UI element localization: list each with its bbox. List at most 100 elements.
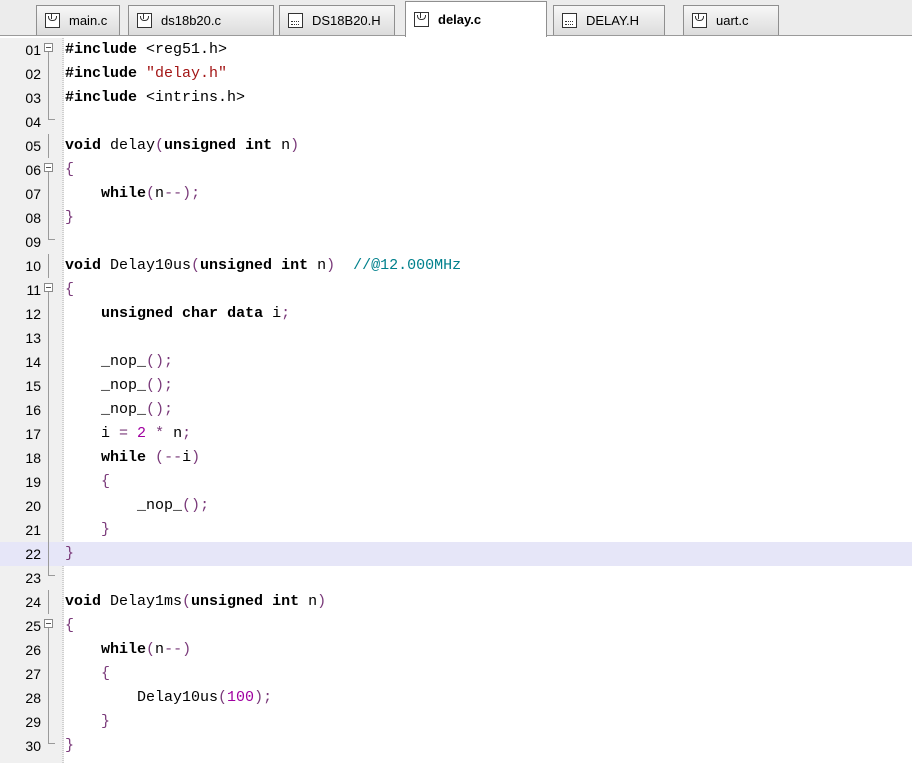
code-text[interactable]: Delay10us(100); (65, 686, 272, 710)
code-line[interactable]: 20 _nop_(); (0, 494, 912, 518)
line-number: 12 (25, 306, 41, 322)
tab-main-c[interactable]: main.c (36, 5, 120, 35)
code-text[interactable]: #include "delay.h" (65, 62, 227, 86)
code-editor[interactable]: 01 #include <reg51.h> 02 #include "delay.h"… (0, 38, 912, 763)
code-line[interactable]: 02 #include "delay.h" (0, 62, 912, 86)
code-text[interactable]: void Delay10us(unsigned int n) //@12.000… (65, 254, 461, 278)
code-line[interactable]: 16 _nop_(); (0, 398, 912, 422)
fold-guide (48, 710, 49, 734)
code-line[interactable]: 27 { (0, 662, 912, 686)
code-text[interactable]: { (65, 278, 74, 302)
line-number: 08 (25, 210, 41, 226)
tab-delay-h[interactable]: DELAY.H (553, 5, 665, 35)
line-number: 25 (25, 618, 41, 634)
code-line[interactable]: 19 { (0, 470, 912, 494)
code-text[interactable]: _nop_(); (65, 494, 209, 518)
line-number: 27 (25, 666, 41, 682)
code-text[interactable]: } (65, 734, 74, 758)
tab-label: delay.c (438, 12, 482, 27)
line-number: 29 (25, 714, 41, 730)
line-number: 13 (25, 330, 41, 346)
code-line[interactable]: 29 } (0, 710, 912, 734)
code-line[interactable]: 26 while(n--) (0, 638, 912, 662)
fold-guide (48, 662, 49, 686)
code-text[interactable]: { (65, 158, 74, 182)
c-file-icon (137, 13, 152, 28)
code-text[interactable]: unsigned char data i; (65, 302, 290, 326)
code-text[interactable]: while (--i) (65, 446, 200, 470)
code-text[interactable]: i = 2 * n; (65, 422, 191, 446)
code-line[interactable]: 09 (0, 230, 912, 254)
code-line[interactable]: 04 (0, 110, 912, 134)
fold-guide (48, 686, 49, 710)
tab-label: uart.c (716, 13, 749, 28)
fold-end-marker (48, 230, 55, 240)
line-number: 22 (25, 546, 41, 562)
code-line[interactable]: 01 #include <reg51.h> (0, 38, 912, 62)
line-number: 19 (25, 474, 41, 490)
code-text[interactable]: #include <intrins.h> (65, 86, 245, 110)
line-number: 20 (25, 498, 41, 514)
fold-guide (48, 542, 49, 566)
code-line[interactable]: 10 void Delay10us(unsigned int n) //@12.0… (0, 254, 912, 278)
code-line[interactable]: 23 (0, 566, 912, 590)
code-text[interactable]: _nop_(); (65, 398, 173, 422)
code-text[interactable]: _nop_(); (65, 374, 173, 398)
code-text[interactable]: while(n--); (65, 182, 200, 206)
fold-collapse-icon[interactable] (44, 43, 53, 52)
code-line[interactable]: 22} (0, 542, 912, 566)
code-line[interactable]: 12 unsigned char data i; (0, 302, 912, 326)
code-line[interactable]: 18 while (--i) (0, 446, 912, 470)
code-text[interactable]: { (65, 614, 74, 638)
fold-guide (48, 638, 49, 662)
c-file-icon (414, 12, 429, 27)
editor-tab-bar: main.c ds18b20.c DS18B20.H delay.c DELAY… (0, 0, 912, 37)
tab-ds18b20-c[interactable]: ds18b20.c (128, 5, 274, 35)
code-text[interactable]: } (65, 542, 74, 566)
fold-collapse-icon[interactable] (44, 163, 53, 172)
code-text[interactable]: } (65, 710, 110, 734)
line-number: 04 (25, 114, 41, 130)
code-text[interactable]: while(n--) (65, 638, 191, 662)
tab-label: main.c (69, 13, 108, 28)
code-line[interactable]: 11 { (0, 278, 912, 302)
c-file-icon (692, 13, 707, 28)
fold-collapse-icon[interactable] (44, 619, 53, 628)
code-text[interactable]: void delay(unsigned int n) (65, 134, 299, 158)
tab-ds18b20-h[interactable]: DS18B20.H (279, 5, 395, 35)
tab-delay-c[interactable]: delay.c (405, 1, 547, 37)
code-line[interactable]: 07 while(n--); (0, 182, 912, 206)
code-line[interactable]: 08} (0, 206, 912, 230)
fold-collapse-icon[interactable] (44, 283, 53, 292)
code-text[interactable]: { (65, 470, 110, 494)
code-line[interactable]: 06 { (0, 158, 912, 182)
line-number: 21 (25, 522, 41, 538)
code-line[interactable]: 03 #include <intrins.h> (0, 86, 912, 110)
code-line[interactable]: 05 void delay(unsigned int n) (0, 134, 912, 158)
code-text[interactable]: } (65, 206, 74, 230)
code-text[interactable]: void Delay1ms(unsigned int n) (65, 590, 326, 614)
tab-label: DS18B20.H (312, 13, 381, 28)
code-line[interactable]: 14 _nop_(); (0, 350, 912, 374)
code-line[interactable]: 13 (0, 326, 912, 350)
code-text[interactable]: { (65, 662, 110, 686)
code-text[interactable]: #include <reg51.h> (65, 38, 227, 62)
code-line[interactable]: 28 Delay10us(100); (0, 686, 912, 710)
code-line[interactable]: 15 _nop_(); (0, 374, 912, 398)
fold-guide (48, 326, 49, 350)
tab-uart-c[interactable]: uart.c (683, 5, 779, 35)
code-text[interactable]: _nop_(); (65, 350, 173, 374)
line-number: 24 (25, 594, 41, 610)
code-line[interactable]: 30} (0, 734, 912, 758)
code-line[interactable]: 21 } (0, 518, 912, 542)
line-number: 11 (26, 282, 41, 298)
fold-guide (48, 518, 49, 542)
code-line[interactable]: 24 void Delay1ms(unsigned int n) (0, 590, 912, 614)
code-line[interactable]: 25 { (0, 614, 912, 638)
fold-guide (48, 206, 49, 230)
fold-end-marker (48, 566, 55, 576)
code-text[interactable]: } (65, 518, 110, 542)
line-number: 10 (25, 258, 41, 274)
fold-guide (48, 470, 49, 494)
code-line[interactable]: 17 i = 2 * n; (0, 422, 912, 446)
